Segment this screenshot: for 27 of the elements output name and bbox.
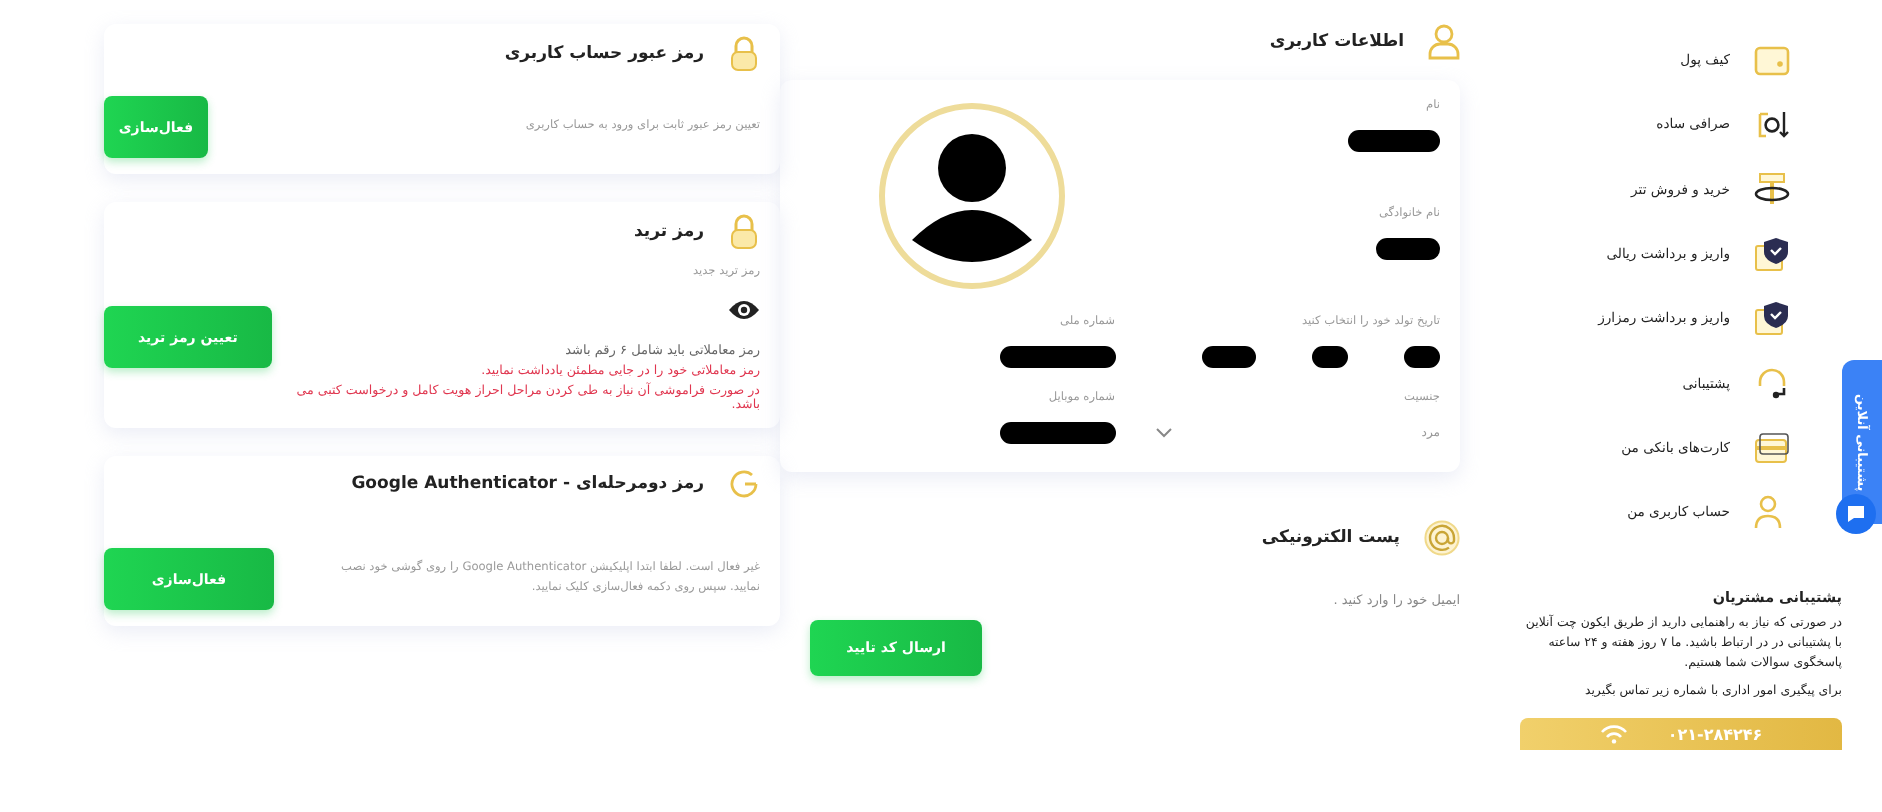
chat-button[interactable] (1836, 494, 1876, 534)
redacted-value (1404, 345, 1440, 367)
redacted-value (1376, 237, 1440, 259)
g-letter-icon (728, 468, 760, 500)
chevron-icon (1155, 427, 1171, 437)
card-title: اطلاعات کاربری (1269, 32, 1404, 52)
signal-icon (1599, 724, 1628, 745)
headset-icon (1754, 365, 1790, 402)
redacted-value (1202, 345, 1256, 367)
lock-icon (728, 214, 760, 250)
redacted-value (999, 345, 1115, 367)
card-title: رمز دومرحله‌ای - Google Authenticator (351, 474, 704, 494)
shield-card-icon (1754, 300, 1790, 337)
chat-bubble-icon (1846, 504, 1866, 524)
at-sign-icon (1424, 520, 1460, 556)
lock-icon (728, 36, 760, 72)
card-title: پست الکترونیکی (1261, 528, 1400, 548)
redacted-value (999, 421, 1115, 443)
shield-card-icon (1754, 236, 1790, 273)
redacted-value (1348, 129, 1440, 151)
user-icon (1428, 24, 1460, 60)
bank-card-icon (1754, 429, 1790, 466)
card-title: رمز عبور حساب کاربری (504, 44, 704, 64)
wallet-icon (1754, 42, 1790, 79)
eye-icon[interactable] (728, 298, 760, 322)
redacted-value (1312, 345, 1348, 367)
card-title: رمز ترید (634, 222, 704, 242)
